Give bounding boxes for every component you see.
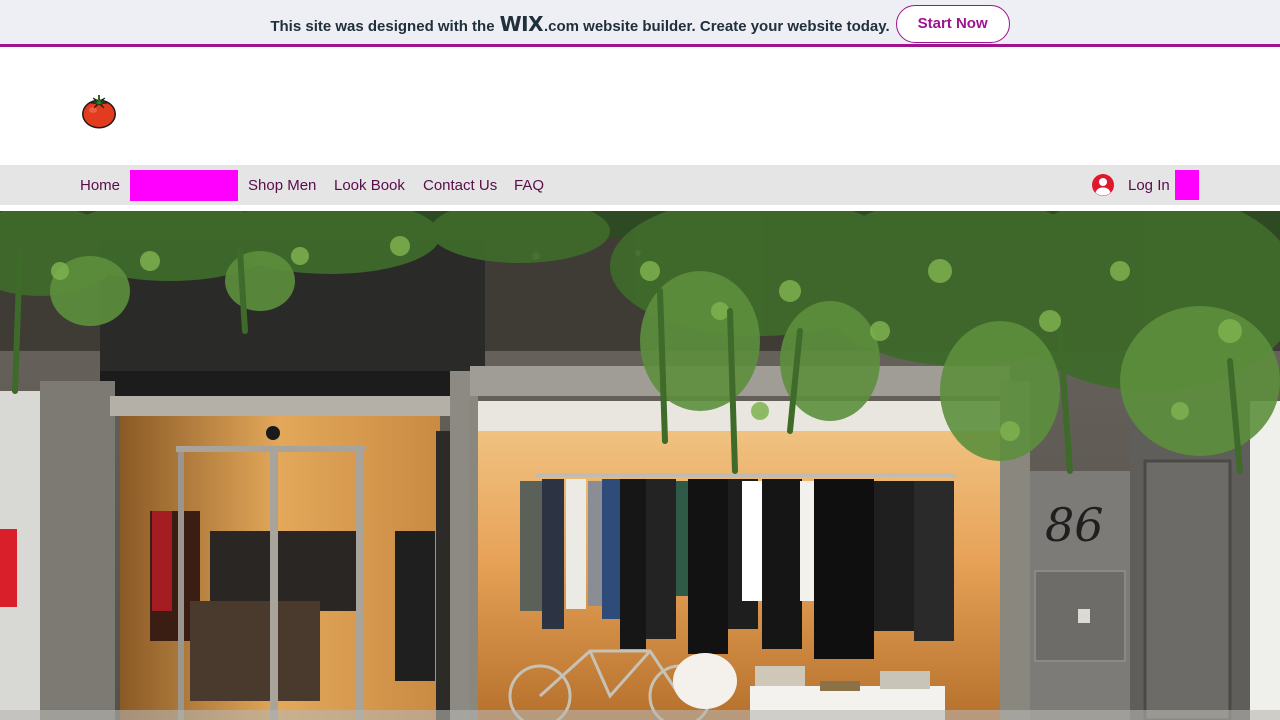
nav-item-highlighted[interactable]: [130, 170, 238, 201]
banner-text-before: This site was designed with the: [270, 17, 495, 35]
tomato-icon[interactable]: [80, 92, 118, 130]
login-button[interactable]: Log In: [1090, 165, 1170, 205]
site-header: [0, 50, 1280, 165]
nav-item-shop-men[interactable]: Shop Men: [248, 165, 316, 205]
start-now-button[interactable]: Start Now: [895, 4, 1010, 43]
login-label: Log In: [1128, 176, 1170, 194]
banner-text-after: .com website builder. Create your websit…: [543, 17, 890, 35]
wix-promo-banner: This site was designed with the WIX .com…: [0, 0, 1280, 47]
cart-icon[interactable]: [1175, 170, 1199, 200]
user-avatar-icon: [1092, 174, 1114, 196]
hero-storefront-image: 86: [0, 211, 1280, 720]
wix-banner-content: This site was designed with the WIX .com…: [0, 0, 1280, 47]
nav-item-faq[interactable]: FAQ: [514, 165, 544, 205]
main-nav: Home Shop Men Look Book Contact Us FAQ L…: [0, 165, 1280, 205]
nav-item-contact-us[interactable]: Contact Us: [423, 165, 497, 205]
nav-item-look-book[interactable]: Look Book: [334, 165, 405, 205]
wix-logo: WIX: [499, 11, 544, 36]
banner-text: This site was designed with the WIX .com…: [270, 12, 889, 36]
nav-item-home[interactable]: Home: [80, 165, 120, 205]
graffiti-text: 86: [1045, 498, 1104, 552]
